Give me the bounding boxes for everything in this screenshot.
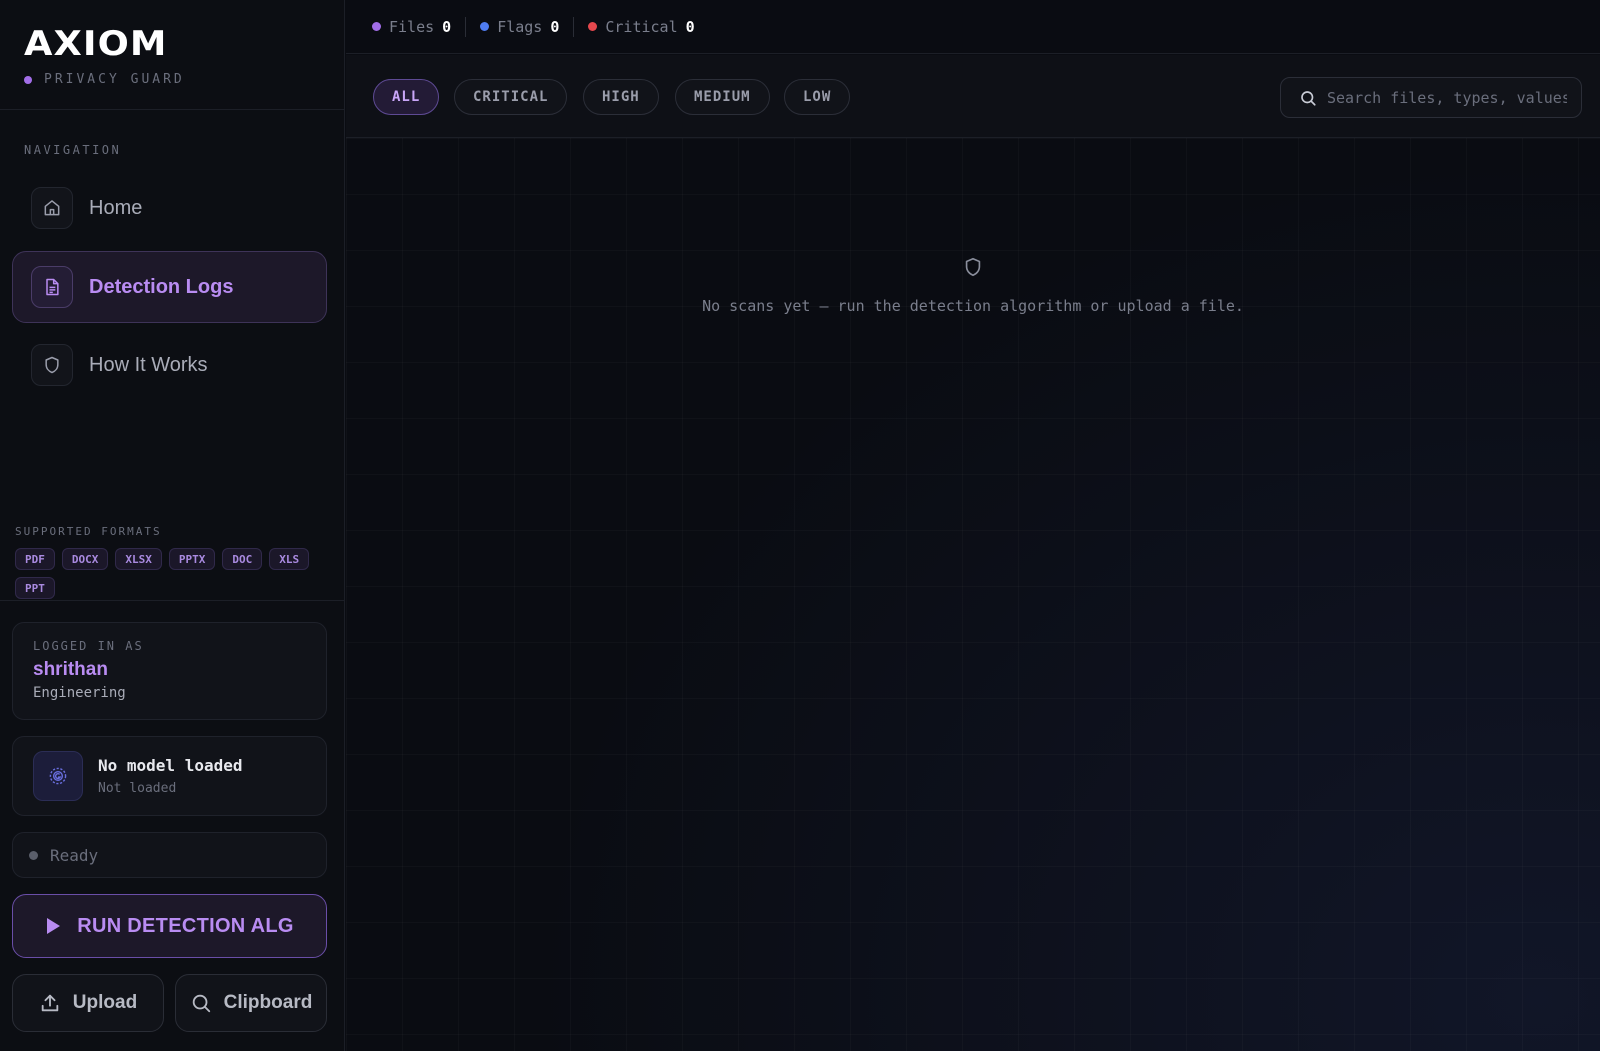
search-icon bbox=[192, 994, 210, 1013]
filter-chip-medium[interactable]: MEDIUM bbox=[675, 79, 770, 115]
nav-heading: NAVIGATION bbox=[24, 143, 122, 157]
user-card: LOGGED IN AS shrithan Engineering bbox=[12, 622, 327, 720]
sidebar-item-label: Home bbox=[89, 196, 143, 219]
clipboard-label: Clipboard bbox=[223, 992, 313, 1013]
sidebar-item-home[interactable]: Home bbox=[12, 172, 327, 244]
home-icon bbox=[31, 187, 73, 229]
sidebar: AXIOM PRIVACY GUARD NAVIGATION Home Dete… bbox=[0, 0, 345, 1051]
stat-label: Files bbox=[389, 17, 435, 36]
stat-label: Critical bbox=[605, 17, 678, 36]
model-card[interactable]: No model loaded Not loaded bbox=[12, 736, 327, 816]
empty-state: No scans yet — run the detection algorit… bbox=[346, 256, 1600, 315]
formats-list: PDF DOCX XLSX PPTX DOC XLS PPT bbox=[15, 548, 315, 599]
empty-message: No scans yet — run the detection algorit… bbox=[702, 297, 1244, 315]
stats-bar: Files 0 Flags 0 Critical 0 bbox=[346, 0, 1600, 54]
upload-icon bbox=[41, 994, 59, 1012]
stat-separator bbox=[573, 16, 575, 37]
upload-label: Upload bbox=[72, 992, 138, 1013]
filter-bar: ALL CRITICAL HIGH MEDIUM LOW bbox=[346, 55, 1600, 138]
tagline-dot bbox=[24, 75, 32, 84]
stat-value: 0 bbox=[685, 17, 695, 36]
status-dot bbox=[29, 850, 38, 860]
model-chip-icon bbox=[33, 751, 83, 801]
model-title: No model loaded bbox=[98, 756, 243, 775]
formats-heading: SUPPORTED FORMATS bbox=[15, 525, 162, 538]
run-detection-label: RUN DETECTION ALG bbox=[77, 914, 294, 937]
document-icon bbox=[31, 266, 73, 308]
status-text: Ready bbox=[50, 845, 99, 865]
clipboard-button[interactable]: Clipboard bbox=[175, 974, 327, 1032]
format-badge: PPT bbox=[15, 577, 55, 599]
stat-separator bbox=[465, 16, 467, 37]
filter-chip-all[interactable]: ALL bbox=[373, 79, 440, 115]
sidebar-divider bbox=[0, 600, 345, 601]
play-icon bbox=[47, 918, 61, 934]
status-indicator: Ready bbox=[12, 832, 327, 878]
shield-icon bbox=[965, 257, 981, 277]
format-badge: DOCX bbox=[61, 548, 109, 570]
format-badge: XLS bbox=[269, 548, 310, 570]
stat-label: Flags bbox=[497, 17, 543, 36]
model-subtitle: Not loaded bbox=[98, 781, 177, 796]
brand-tagline: PRIVACY GUARD bbox=[24, 72, 320, 87]
search-box[interactable] bbox=[1280, 77, 1582, 118]
sidebar-item-label: How It Works bbox=[89, 353, 208, 376]
format-badge: PDF bbox=[15, 548, 55, 570]
brand: AXIOM PRIVACY GUARD bbox=[0, 0, 344, 110]
stat-files: Files 0 bbox=[372, 18, 451, 36]
stat-critical: Critical 0 bbox=[588, 17, 695, 36]
format-badge: XLSX bbox=[115, 548, 162, 570]
sidebar-item-label: Detection Logs bbox=[89, 275, 234, 298]
filter-chip-low[interactable]: LOW bbox=[784, 79, 851, 115]
main-panel: Files 0 Flags 0 Critical 0 ALL CRITICAL … bbox=[346, 0, 1600, 1051]
stat-value: 0 bbox=[550, 17, 560, 36]
sidebar-item-how-it-works[interactable]: How It Works bbox=[12, 329, 327, 401]
filter-chip-critical[interactable]: CRITICAL bbox=[454, 79, 568, 115]
sidebar-item-detection-logs[interactable]: Detection Logs bbox=[12, 251, 327, 323]
shield-icon bbox=[31, 344, 73, 386]
stat-flags: Flags 0 bbox=[480, 18, 559, 36]
search-input[interactable] bbox=[1327, 88, 1567, 107]
user-caption: LOGGED IN AS bbox=[33, 639, 144, 653]
format-badge: DOC bbox=[222, 548, 263, 570]
search-icon bbox=[1301, 90, 1316, 106]
upload-button[interactable]: Upload bbox=[12, 974, 164, 1032]
user-department: Engineering bbox=[33, 685, 126, 701]
tagline-text: PRIVACY GUARD bbox=[44, 72, 185, 87]
stat-dot bbox=[588, 22, 598, 31]
filter-chip-high[interactable]: HIGH bbox=[583, 79, 659, 115]
stat-dot bbox=[480, 22, 490, 31]
run-detection-button[interactable]: RUN DETECTION ALG bbox=[12, 894, 327, 958]
format-badge: PPTX bbox=[168, 548, 216, 570]
user-name: shrithan bbox=[33, 659, 108, 680]
app-logo: AXIOM bbox=[24, 24, 168, 64]
stat-dot bbox=[372, 22, 381, 31]
stat-value: 0 bbox=[442, 17, 452, 36]
